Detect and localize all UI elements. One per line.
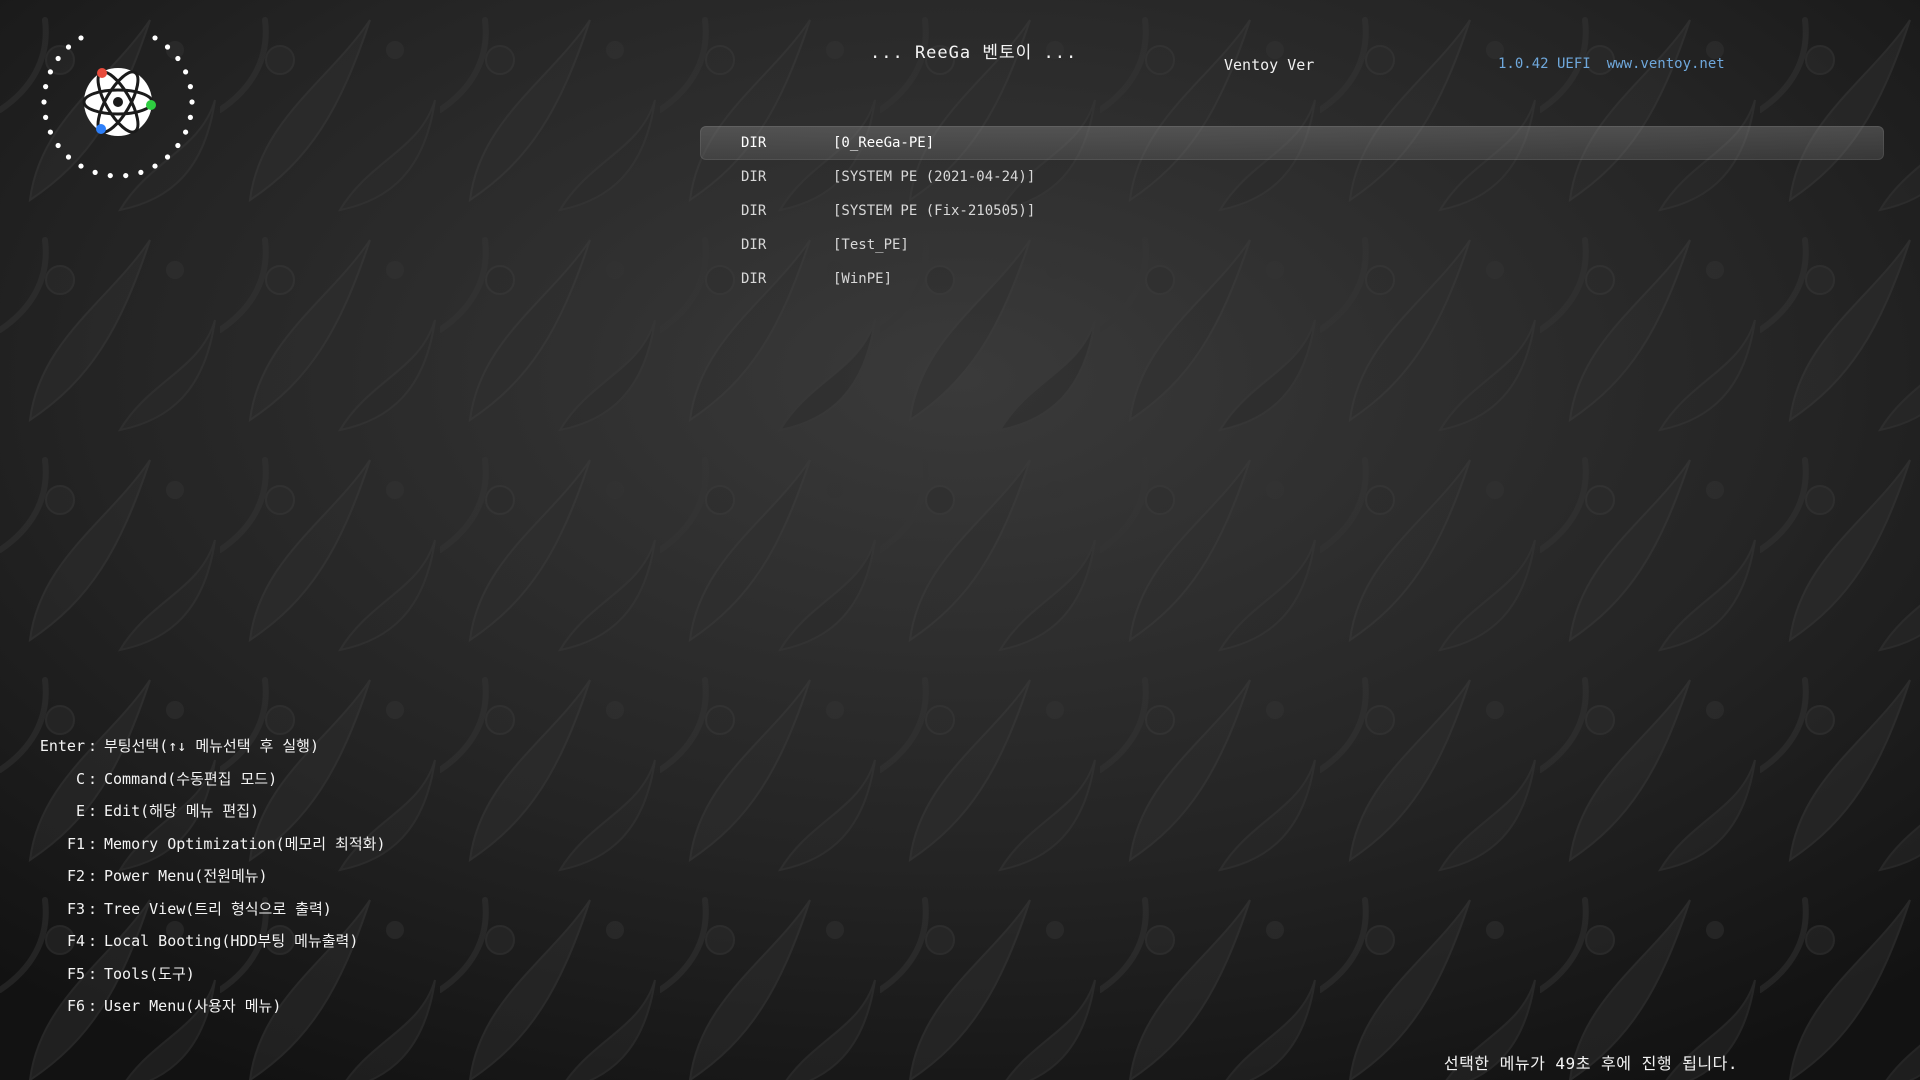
hotkey-key: Enter (39, 737, 85, 755)
hotkey-row: Enter: 부팅선택(↑↓ 메뉴선택 후 실행) (0, 730, 520, 763)
logo-ring-dot (65, 44, 72, 50)
hotkey-row: F5: Tools(도구) (0, 958, 520, 991)
menu-entry[interactable]: DIR [Test_PE] (700, 228, 1884, 262)
hotkey-description: Tools(도구) (104, 964, 195, 983)
logo-ring-dot (183, 129, 189, 135)
entry-type: DIR (741, 135, 767, 151)
logo-ring-dot (152, 35, 158, 41)
hotkey-key: F5 (66, 964, 85, 983)
logo-ring-dot (123, 172, 129, 179)
hotkey-description: 부팅선택(↑↓ 메뉴선택 후 실행) (104, 737, 320, 755)
hotkey-row: C: Command(수동편집 모드) (0, 763, 520, 796)
logo-ring-dot (92, 169, 98, 175)
boot-menu-list: DIR [0_ReeGa-PE] DIR [SYSTEM PE (2021-04… (700, 126, 1884, 296)
logo-ring-dot (183, 69, 189, 75)
hotkey-key: F3 (66, 899, 85, 918)
logo-ring-dot (187, 114, 193, 120)
hotkey-description: User Menu(사용자 메뉴) (104, 997, 282, 1015)
hotkey-key: C (75, 769, 85, 788)
hotkey-key: F1 (66, 834, 85, 853)
menu-entry[interactable]: DIR [0_ReeGa-PE] (700, 126, 1884, 160)
atom-logo-icon (41, 35, 195, 179)
hotkey-key: F2 (66, 867, 85, 885)
hotkey-row: F6: User Menu(사용자 메뉴) (0, 990, 520, 1023)
logo-ring-dot (41, 99, 47, 105)
entry-name: [SYSTEM PE (Fix-210505)] (833, 203, 1036, 219)
version-info: 1.0.42 UEFI www.ventoy.net (1498, 56, 1725, 72)
version-label: Ventoy Ver (1224, 56, 1315, 74)
logo-ring-dot (55, 142, 61, 149)
logo-ring-dot (164, 44, 171, 50)
hotkey-separator: : (88, 769, 98, 788)
logo-ring-dot (78, 163, 84, 169)
entry-type: DIR (741, 237, 767, 253)
hotkey-separator: : (88, 997, 98, 1015)
logo-ring-dot (55, 55, 61, 62)
logo-ring-dot (43, 114, 49, 120)
hotkey-row: F2: Power Menu(전원메뉴) (0, 860, 520, 893)
hotkey-separator: : (88, 964, 98, 983)
hotkey-key: F6 (66, 997, 85, 1015)
hotkey-row: E: Edit(해당 메뉴 편집) (0, 795, 520, 828)
logo-ring-dot (138, 169, 144, 175)
logo-ring-dot (47, 129, 53, 135)
entry-name: [Test_PE] (833, 237, 909, 253)
entry-type: DIR (741, 169, 767, 185)
menu-entry[interactable]: DIR [SYSTEM PE (Fix-210505)] (700, 194, 1884, 228)
logo-ring-dot (175, 55, 181, 62)
hotkey-separator: : (88, 899, 98, 918)
entry-name: [WinPE] (833, 271, 893, 287)
menu-entry[interactable]: DIR [SYSTEM PE (2021-04-24)] (700, 160, 1884, 194)
entry-name: [SYSTEM PE (2021-04-24)] (833, 169, 1036, 185)
hotkey-row: F1: Memory Optimization(메모리 최적화) (0, 828, 520, 861)
entry-type: DIR (741, 271, 767, 287)
hotkey-description: Power Menu(전원메뉴) (104, 867, 268, 885)
countdown-message: 선택한 메뉴가 49초 후에 진행 됩니다. (1443, 1054, 1738, 1073)
logo-ring-dot (43, 84, 49, 90)
hotkey-separator: : (88, 932, 98, 950)
menu-entry[interactable]: DIR [WinPE] (700, 262, 1884, 296)
hotkey-row: F4: Local Booting(HDD부팅 메뉴출력) (0, 925, 520, 958)
logo-ring-dot (107, 172, 113, 179)
hotkey-separator: : (88, 737, 98, 755)
logo-ring-dot (187, 84, 193, 90)
hotkey-separator: : (88, 802, 98, 820)
hotkey-key: E (75, 802, 85, 820)
logo-ring-dot (152, 163, 158, 169)
logo-ring-dot (164, 154, 171, 160)
entry-name: [0_ReeGa-PE] (833, 135, 935, 151)
hotkey-separator: : (88, 834, 98, 853)
hotkey-description: Edit(해당 메뉴 편집) (104, 802, 260, 820)
hotkey-description: Command(수동편집 모드) (104, 769, 278, 788)
hotkey-separator: : (88, 867, 98, 885)
logo-ring-dot (47, 69, 53, 75)
hotkey-key: F4 (66, 932, 85, 950)
hotkey-description: Tree View(트리 형식으로 출력) (104, 899, 332, 918)
entry-type: DIR (741, 203, 767, 219)
logo-ring-dot (78, 35, 84, 41)
hotkey-help: Enter: 부팅선택(↑↓ 메뉴선택 후 실행) C: Command(수동편집 … (0, 730, 520, 1023)
version-value: 1.0.42 UEFI (1498, 56, 1591, 72)
hotkey-row: F3: Tree View(트리 형식으로 출력) (0, 893, 520, 926)
logo-ring-dot (65, 154, 72, 160)
hotkey-description: Memory Optimization(메모리 최적화) (104, 834, 386, 853)
logo-ring-dot (189, 99, 195, 105)
logo-ring-dot (175, 142, 181, 149)
hotkey-description: Local Booting(HDD부팅 메뉴출력) (104, 932, 359, 950)
website-link: www.ventoy.net (1606, 56, 1725, 72)
menu-title: ... ReeGa 벤토이 ... (870, 43, 1078, 63)
